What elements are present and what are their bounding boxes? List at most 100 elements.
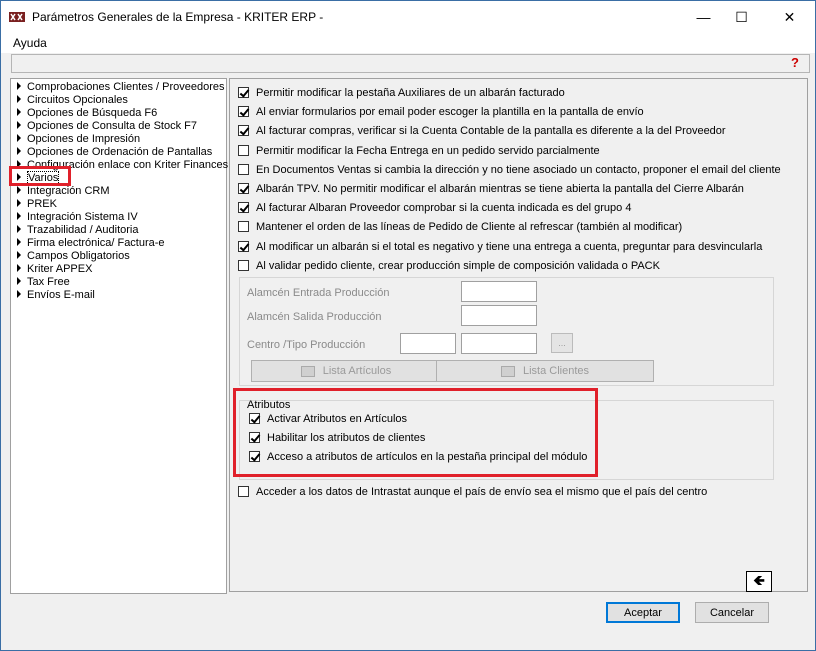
triangle-right-icon [17, 186, 21, 194]
tree-item[interactable]: Tax Free [17, 276, 70, 289]
checkbox[interactable] [238, 183, 249, 194]
checkbox[interactable] [238, 106, 249, 118]
option-checkbox-row[interactable]: Al modificar un albarán si el total es n… [238, 240, 762, 257]
tree-item[interactable]: PREK [17, 198, 57, 211]
tree-item-label: Integración CRM [27, 185, 110, 197]
tree-item[interactable]: Opciones de Consulta de Stock F7 [17, 120, 197, 133]
checkbox[interactable] [238, 202, 249, 214]
maximize-button[interactable]: ☐ [719, 1, 764, 33]
tree-item-label: Tax Free [27, 276, 70, 288]
option-label: En Documentos Ventas si cambia la direcc… [256, 163, 781, 176]
checkbox[interactable] [238, 163, 249, 175]
option-label: Albarán TPV. No permitir modificar el al… [256, 183, 744, 195]
tree-item[interactable]: Campos Obligatorios [17, 250, 130, 263]
checkbox[interactable] [238, 144, 249, 156]
highlight-box-varios [9, 166, 71, 186]
window-title: Parámetros Generales de la Empresa - KRI… [32, 10, 324, 24]
back-arrow-button[interactable]: 🡸 [746, 571, 772, 592]
tree-item[interactable]: Integración Sistema IV [17, 211, 138, 224]
option-checkbox-row[interactable]: Al enviar formularios por email poder es… [238, 106, 644, 122]
options-tree: Comprobaciones Clientes / Proveedores Cir… [10, 78, 228, 594]
option-checkbox-row[interactable]: Mantener el orden de las líneas de Pedid… [238, 221, 682, 237]
cancel-button[interactable]: Cancelar [695, 602, 769, 623]
triangle-right-icon [17, 251, 21, 259]
salida-produccion-field[interactable] [461, 305, 537, 326]
triangle-right-icon [17, 290, 21, 298]
entrada-produccion-field[interactable] [461, 281, 537, 302]
options-panel: Alamcén Entrada Producción Alamcén Salid… [229, 78, 808, 592]
arrow-left-icon: 🡸 [753, 571, 765, 588]
intrastat-label: Acceder a los datos de Intrastat aunque … [256, 486, 708, 498]
checkbox[interactable] [238, 259, 249, 271]
lista-clientes-button[interactable]: Lista Clientes [436, 360, 654, 382]
tree-item[interactable]: Integración CRM [17, 185, 110, 198]
option-label: Permitir modificar la pestaña Auxiliares… [256, 87, 565, 99]
tree-item[interactable]: Firma electrónica/ Factura-e [17, 237, 165, 250]
option-label: Al facturar compras, verificar si la Cue… [256, 125, 726, 138]
kriter-app-icon [9, 12, 25, 22]
triangle-right-icon [17, 277, 21, 285]
checkbox[interactable] [238, 240, 249, 252]
intrastat-checkbox-row[interactable]: Acceder a los datos de Intrastat aunque … [238, 486, 707, 502]
tree-item-label: Integración Sistema IV [27, 211, 138, 223]
checkbox[interactable] [238, 87, 249, 98]
triangle-right-icon [17, 225, 21, 233]
close-button[interactable]: ✕ [767, 1, 812, 33]
tree-item-label: Trazabilidad / Auditoria [27, 224, 139, 236]
option-checkbox-row[interactable]: Al facturar Albaran Proveedor comprobar … [238, 202, 631, 218]
tipo-produccion-field[interactable] [461, 333, 537, 354]
production-group: Alamcén Entrada Producción Alamcén Salid… [239, 277, 774, 386]
checkbox[interactable] [238, 125, 249, 137]
checkbox[interactable] [238, 221, 249, 233]
tree-item[interactable]: Circuitos Opcionales [17, 94, 128, 107]
toolbar: ? [11, 54, 810, 73]
salida-produccion-label: Alamcén Salida Producción [247, 311, 382, 323]
option-label: Al facturar Albaran Proveedor comprobar … [256, 202, 632, 215]
triangle-right-icon [17, 147, 21, 155]
option-checkbox-row[interactable]: Permitir modificar la Fecha Entrega en u… [238, 144, 600, 161]
tree-item-label: Opciones de Búsqueda F6 [27, 107, 158, 119]
tree-item[interactable]: Comprobaciones Clientes / Proveedores [17, 81, 225, 94]
tree-item[interactable]: Kriter APPEX [17, 263, 92, 276]
lista-articulos-button[interactable]: Lista Artículos [251, 360, 441, 382]
option-checkbox-row[interactable]: Al facturar compras, verificar si la Cue… [238, 125, 726, 141]
option-checkbox-row[interactable]: Albarán TPV. No permitir modificar el al… [238, 183, 744, 199]
checkbox[interactable] [238, 486, 249, 497]
accept-button[interactable]: Aceptar [606, 602, 680, 623]
tree-item-label: Comprobaciones Clientes / Proveedores [27, 81, 225, 93]
tree-item-label: Envíos E-mail [27, 289, 95, 301]
option-checkbox-row[interactable]: Permitir modificar la pestaña Auxiliares… [238, 87, 565, 103]
menu-help[interactable]: Ayuda [13, 36, 47, 50]
tree-item-label: Campos Obligatorios [27, 250, 130, 262]
help-icon[interactable]: ? [791, 55, 799, 70]
triangle-right-icon [17, 212, 21, 220]
triangle-right-icon [17, 134, 21, 142]
menu-bar: Ayuda [1, 33, 815, 53]
highlight-box-atributos [233, 388, 598, 477]
option-label: Mantener el orden de las líneas de Pedid… [256, 221, 683, 234]
tree-item[interactable]: Envíos E-mail [17, 289, 95, 302]
triangle-right-icon [17, 238, 21, 246]
tree-item[interactable]: Trazabilidad / Auditoria [17, 224, 139, 237]
list-icon [300, 365, 315, 377]
app-window: Parámetros Generales de la Empresa - KRI… [0, 0, 816, 651]
tree-item-label: Circuitos Opcionales [27, 94, 128, 106]
entrada-produccion-label: Alamcén Entrada Producción [247, 287, 390, 299]
option-label: Al validar pedido cliente, crear producc… [256, 259, 660, 272]
tree-item-label: PREK [27, 198, 57, 210]
triangle-right-icon [17, 199, 21, 207]
tree-item[interactable]: Opciones de Impresión [17, 133, 140, 146]
tree-item-label: Firma electrónica/ Factura-e [27, 237, 165, 249]
triangle-right-icon [17, 82, 21, 90]
browse-button[interactable]: ... [551, 333, 573, 353]
option-checkbox-row[interactable]: Al validar pedido cliente, crear producc… [238, 259, 660, 276]
centro-field[interactable] [400, 333, 456, 354]
option-label: Al enviar formularios por email poder es… [256, 106, 644, 119]
tree-item[interactable]: Opciones de Ordenación de Pantallas [17, 146, 212, 159]
triangle-right-icon [17, 121, 21, 129]
tree-item[interactable]: Opciones de Búsqueda F6 [17, 107, 157, 120]
option-checkbox-row[interactable]: En Documentos Ventas si cambia la direcc… [238, 163, 781, 180]
tree-item-label: Opciones de Ordenación de Pantallas [27, 146, 213, 158]
triangle-right-icon [17, 108, 21, 116]
centro-tipo-label: Centro /Tipo Producción [247, 339, 366, 351]
